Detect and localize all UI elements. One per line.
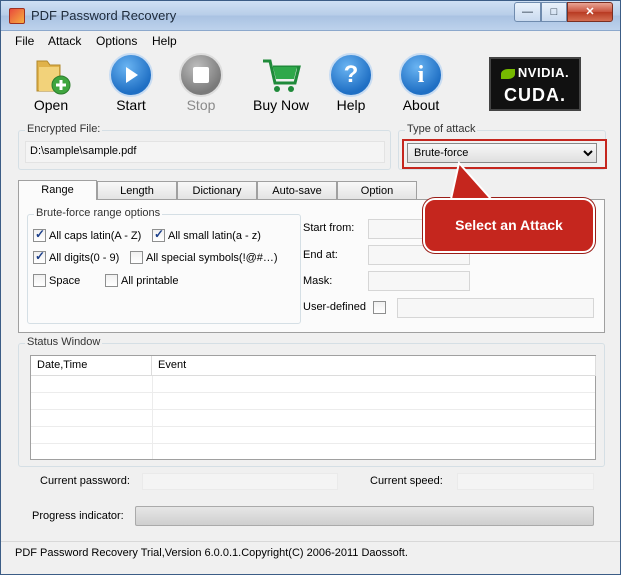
user-defined-label: User-defined (303, 301, 366, 313)
status-window-title: Status Window (25, 336, 103, 348)
folder-icon (36, 60, 71, 95)
caps-latin-checkbox[interactable]: All caps latin(A - Z) (33, 227, 141, 242)
table-row (31, 427, 595, 444)
menu-options[interactable]: Options (96, 34, 137, 48)
checkbox-icon (33, 274, 46, 287)
attack-highlight-frame (402, 139, 607, 169)
open-button[interactable]: Open (19, 53, 83, 117)
maximize-button[interactable]: □ (541, 2, 567, 22)
tab-dictionary[interactable]: Dictionary (177, 181, 257, 200)
help-label: Help (336, 97, 366, 113)
nvidia-eye-icon (500, 68, 515, 79)
current-speed-field (457, 473, 594, 490)
start-button[interactable]: Start (99, 53, 163, 117)
mask-input[interactable] (368, 271, 470, 291)
encrypted-file-label: Encrypted File: (25, 123, 103, 135)
status-log-table[interactable]: Date,Time Event (30, 355, 596, 460)
help-button[interactable]: ? Help (319, 53, 383, 117)
status-bar: PDF Password Recovery Trial,Version 6.0.… (1, 541, 620, 574)
tab-range[interactable]: Range (18, 180, 97, 200)
title-bar: PDF Password Recovery — □ ✕ (1, 1, 620, 31)
question-icon: ? (329, 53, 373, 97)
all-printable-checkbox[interactable]: All printable (105, 274, 178, 287)
tab-option[interactable]: Option (337, 181, 417, 200)
current-speed-label: Current speed: (370, 475, 443, 487)
menu-help[interactable]: Help (152, 34, 177, 48)
checkbox-icon (152, 227, 165, 242)
checkbox-icon (33, 249, 46, 264)
small-latin-checkbox[interactable]: All small latin(a - z) (152, 227, 261, 242)
app-icon (9, 8, 25, 24)
close-button[interactable]: ✕ (567, 2, 613, 22)
open-label: Open (33, 97, 69, 113)
start-from-label: Start from: (303, 222, 355, 234)
progress-bar (135, 506, 594, 526)
brute-force-range-title: Brute-force range options (34, 207, 163, 219)
table-row (31, 376, 595, 393)
stop-button[interactable]: Stop (169, 53, 233, 117)
buy-now-label: Buy Now (252, 97, 310, 113)
stop-icon (179, 53, 223, 97)
select-attack-callout: Select an Attack (423, 198, 595, 253)
progress-indicator-label: Progress indicator: (32, 510, 124, 522)
encrypted-file-field[interactable]: D:\sample\sample.pdf (25, 141, 385, 163)
mask-label: Mask: (303, 275, 333, 287)
digits-checkbox[interactable]: All digits(0 - 9) (33, 249, 119, 264)
nvidia-cuda-logo: NVIDIA. CUDA. (489, 57, 581, 111)
info-icon: i (399, 53, 443, 97)
current-password-label: Current password: (40, 475, 130, 487)
play-icon (109, 53, 153, 97)
checkbox-icon (373, 301, 386, 314)
checkbox-icon (130, 251, 143, 264)
window-title: PDF Password Recovery (31, 8, 177, 23)
menu-bar: File Attack Options Help (1, 31, 620, 51)
stop-label: Stop (186, 97, 216, 113)
tab-auto-save[interactable]: Auto-save (257, 181, 337, 200)
tab-length[interactable]: Length (97, 181, 177, 200)
menu-file[interactable]: File (15, 34, 34, 48)
column-header-date-time[interactable]: Date,Time (31, 356, 152, 376)
user-defined-input[interactable] (397, 298, 594, 318)
app-window: PDF Password Recovery — □ ✕ File Attack … (0, 0, 621, 575)
start-label: Start (116, 97, 146, 113)
column-header-event[interactable]: Event (152, 356, 596, 376)
space-checkbox[interactable]: Space (33, 274, 80, 287)
user-defined-checkbox[interactable] (373, 301, 389, 314)
table-row (31, 393, 595, 410)
attack-type-label: Type of attack (405, 123, 478, 135)
checkbox-icon (33, 227, 46, 242)
buy-now-button[interactable]: Buy Now (249, 53, 313, 117)
current-password-field (142, 473, 338, 490)
end-at-label: End at: (303, 249, 338, 261)
shopping-cart-icon (263, 59, 301, 92)
callout-pointer (449, 161, 494, 200)
table-row (31, 410, 595, 427)
minimize-button[interactable]: — (514, 2, 541, 22)
about-label: About (402, 97, 440, 113)
checkbox-icon (105, 274, 118, 287)
about-button[interactable]: i About (389, 53, 453, 117)
toolbar: Open Start Stop Buy Now ? Help i About N… (1, 51, 620, 119)
special-symbols-checkbox[interactable]: All special symbols(!@#…) (130, 251, 278, 264)
column-divider (152, 376, 153, 459)
menu-attack[interactable]: Attack (48, 34, 81, 48)
